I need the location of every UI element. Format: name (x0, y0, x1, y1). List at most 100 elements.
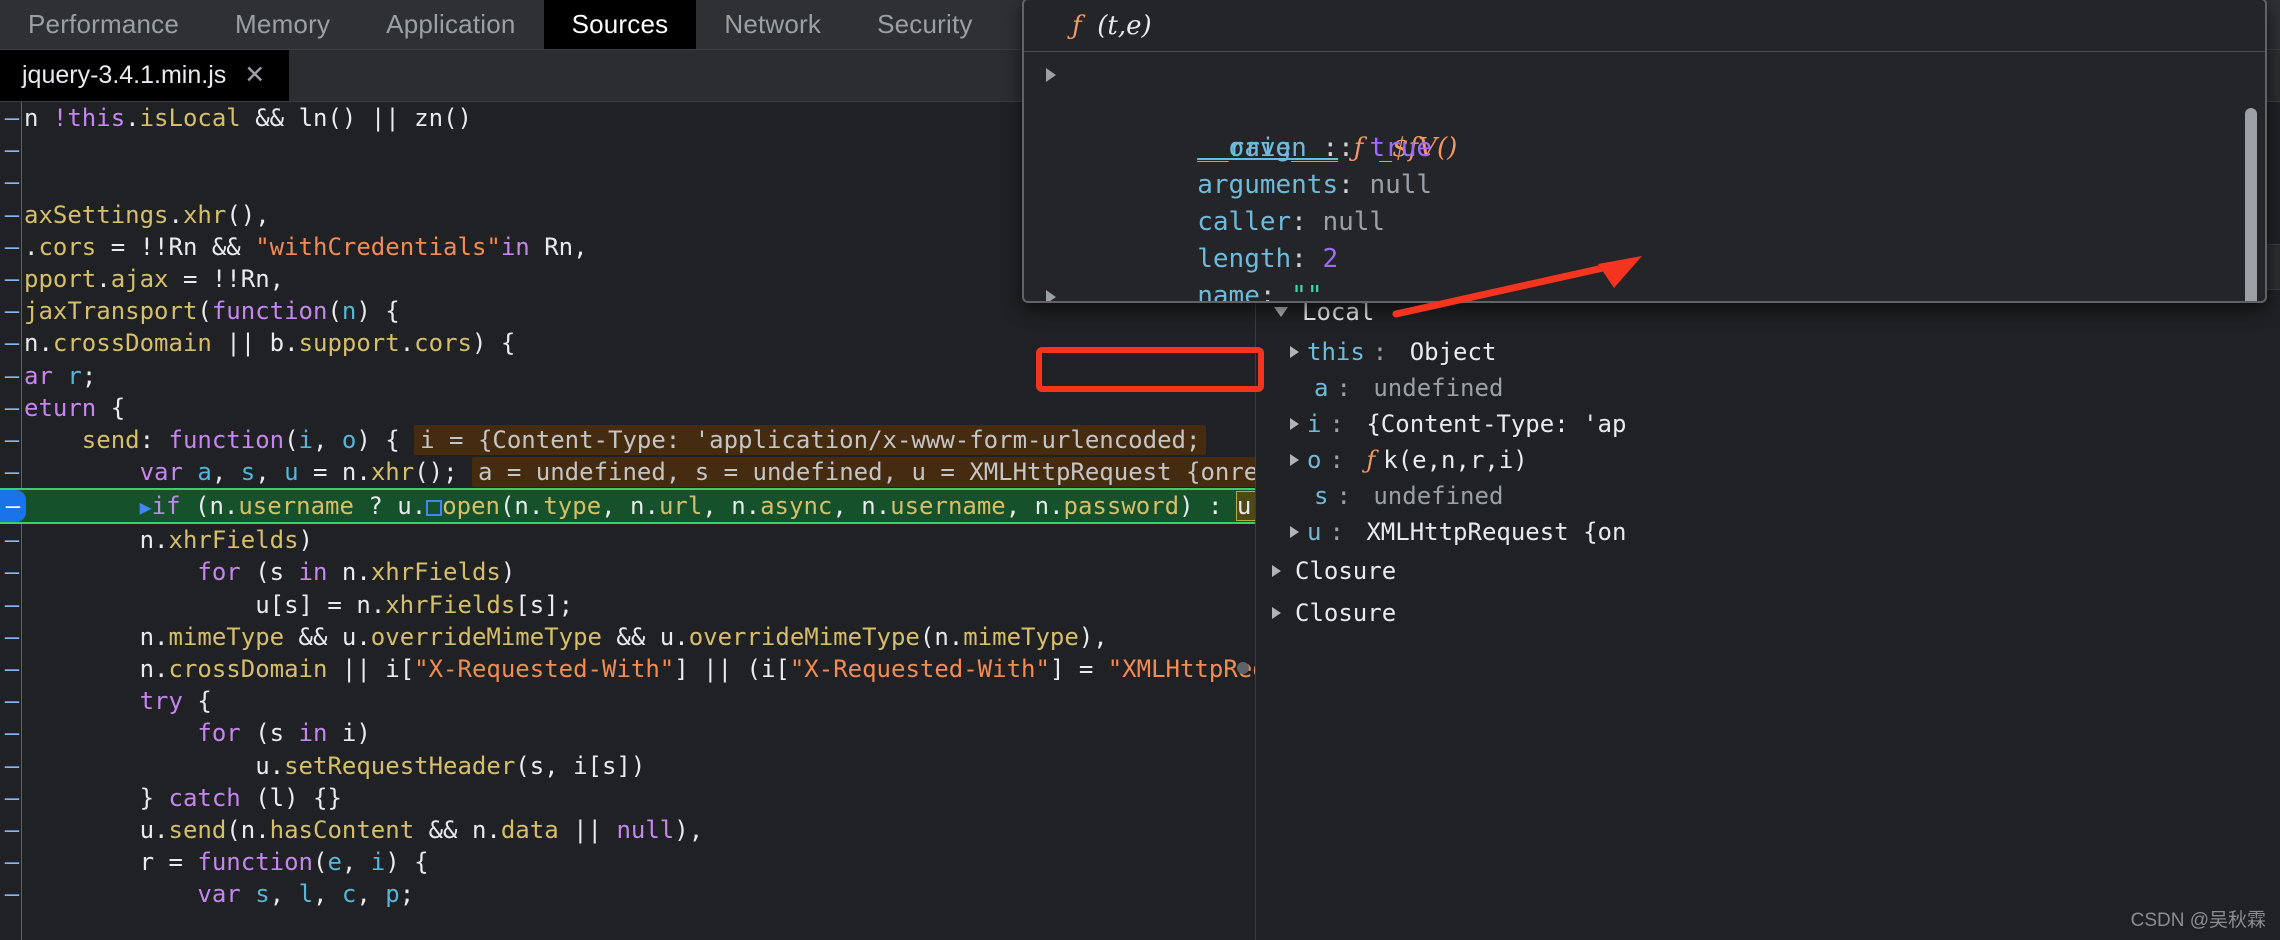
chevron-right-icon[interactable] (1290, 418, 1299, 430)
gutter-dash: – (4, 815, 20, 844)
execution-pointer-icon: – (0, 490, 26, 523)
scope-var-row[interactable]: o: ƒ k(e,n,r,i) (1256, 442, 2280, 478)
inline-eval-hint: a = undefined, s = undefined, u = XMLHtt… (471, 457, 1255, 488)
popover-title: ƒ (t,e) (1024, 0, 2265, 52)
code-line[interactable]: – n.crossDomain || b.support.cors) { (0, 327, 1255, 359)
inline-eval-hint: i = {Content-Type: 'application/x-www-fo… (414, 424, 1207, 455)
scope-var-value: k(e,n,r,i) (1383, 446, 1528, 474)
chevron-right-icon[interactable] (1046, 68, 1056, 82)
scope-var-row[interactable]: s: undefined (1256, 478, 2280, 514)
gutter-dash: – (4, 458, 20, 487)
popover-signature: (t,e) (1097, 11, 1152, 41)
code-line[interactable]: – try { (0, 685, 1255, 717)
scope-var-value: {Content-Type: 'ap (1366, 410, 1627, 438)
gutter-dash: – (4, 526, 20, 555)
scope-var-row[interactable]: u: XMLHttpRequest {on (1256, 514, 2280, 550)
gutter-dash: – (4, 751, 20, 780)
selected-expression[interactable]: u.open(n.type (1235, 491, 1255, 522)
gutter-dash: – (4, 848, 20, 877)
scope-var-value: Object (1409, 338, 1497, 366)
close-icon[interactable]: ✕ (240, 61, 269, 90)
popover-property-row[interactable]: arguments: null (1024, 130, 2265, 200)
gutter-dash: – (4, 880, 20, 909)
chevron-right-icon[interactable] (1272, 565, 1281, 577)
gutter-dash: – (4, 783, 20, 812)
chevron-right-icon[interactable] (1290, 346, 1299, 358)
tab-memory-label: Memory (235, 9, 331, 39)
code-line[interactable]: – for (s in i) (0, 717, 1255, 749)
function-glyph-icon: ƒ (1366, 446, 1376, 474)
scope-closure-label: Closure (1295, 557, 1397, 585)
scope-var-row[interactable]: a: undefined (1256, 370, 2280, 406)
step-into-marker-icon[interactable]: ▶ (140, 491, 152, 523)
scope-var-row[interactable]: this: Object (1256, 334, 2280, 370)
scope-var-value: undefined (1373, 482, 1504, 510)
gutter-dash: – (4, 558, 20, 587)
chevron-right-icon[interactable] (1290, 454, 1299, 466)
popover-body: __orig__: ƒ _$fV() __raven__: true argum… (1024, 52, 2265, 301)
code-line[interactable]: – r = function(e, i) { (0, 846, 1255, 878)
tab-application-label: Application (386, 9, 516, 39)
code-line[interactable]: – u[s] = n.xhrFields[s]; (0, 589, 1255, 621)
file-tab-jquery[interactable]: jquery-3.4.1.min.js ✕ (0, 50, 290, 101)
tab-performance-label: Performance (28, 9, 180, 39)
gutter-dash: – (4, 622, 20, 651)
gutter-dash: – (4, 393, 20, 422)
scope-var-name: s (1314, 482, 1329, 510)
gutter-dash: – (4, 104, 20, 132)
scope-closure-row[interactable]: Closure (1256, 592, 2280, 634)
scope-closure-row[interactable]: Closure (1256, 550, 2280, 592)
code-line[interactable]: – var s, l, c, p; (0, 878, 1255, 910)
code-line[interactable]: – } catch (l) {} (0, 782, 1255, 814)
code-line[interactable]: – eturn { (0, 392, 1255, 424)
scope-var-value: XMLHttpRequest {on (1366, 518, 1627, 546)
code-line[interactable]: – send: function(i, o) { i = {Content-Ty… (0, 424, 1255, 456)
scope-var-name: a (1314, 374, 1329, 402)
popover-property-row[interactable]: length: 2 (1024, 204, 2265, 274)
scope-var-row[interactable]: i: {Content-Type: 'ap (1256, 406, 2280, 442)
scope-var-name: o (1307, 446, 1322, 474)
tab-performance[interactable]: Performance (0, 0, 207, 49)
code-line[interactable]: – u.send(n.hasContent && n.data || null)… (0, 814, 1255, 846)
chevron-right-icon[interactable] (1290, 526, 1299, 538)
chevron-down-icon (1274, 307, 1288, 317)
popover-property-row[interactable]: __raven__: true (1024, 93, 2265, 163)
chevron-right-icon[interactable] (1272, 607, 1281, 619)
code-line[interactable]: – n.mimeType && u.overrideMimeType && u.… (0, 621, 1255, 653)
gutter-dash: – (4, 168, 20, 197)
scope-var-name: this (1307, 338, 1365, 366)
code-line-executing[interactable]: – ▶if (n.username ? u. open(n.type, n.url… (0, 488, 1255, 525)
popover-property-row[interactable]: prototype: {constructor: ƒ} (1024, 278, 2265, 301)
editor-scroll-indicator[interactable] (1237, 662, 1249, 674)
watermark-text: CSDN @吴秋霖 (2130, 910, 2266, 931)
gutter-dash: – (4, 687, 20, 716)
popover-property-row[interactable]: caller: null (1024, 167, 2265, 237)
gutter-dash: – (4, 329, 20, 358)
tab-sources[interactable]: Sources (543, 0, 697, 49)
popover-vertical-scrollbar[interactable] (2245, 108, 2257, 301)
popover-property-row[interactable]: name: "" (1024, 241, 2265, 301)
function-glyph-icon: ƒ (1072, 11, 1082, 41)
gutter-dash: – (4, 655, 20, 683)
scope-var-name: i (1307, 410, 1322, 438)
code-line[interactable]: – n.xhrFields) (0, 524, 1255, 556)
chevron-right-icon[interactable] (1046, 290, 1056, 301)
tab-memory[interactable]: Memory (207, 0, 358, 49)
code-line[interactable]: – for (s in n.xhrFields) (0, 556, 1255, 588)
gutter-dash: – (4, 361, 20, 390)
tab-application[interactable]: Application (358, 0, 543, 49)
tab-network-label: Network (724, 9, 822, 39)
popover-property-row[interactable]: __orig__: ƒ _$fV() (1024, 56, 2265, 163)
gutter-dash: – (4, 264, 20, 293)
gutter-dash: – (4, 136, 20, 165)
code-line[interactable]: – ar r; (0, 360, 1255, 392)
gutter-dash: – (4, 297, 20, 326)
code-line[interactable]: – n.crossDomain || i["X-Requested-With"]… (0, 653, 1255, 685)
scope-closure-label: Closure (1295, 599, 1397, 627)
code-line[interactable]: – var a, s, u = n.xhr(); a = undefined, … (0, 456, 1255, 488)
object-preview-popover[interactable]: ƒ (t,e) __orig__: ƒ _$fV() __raven__: tr… (1022, 0, 2267, 303)
tab-security[interactable]: Security (849, 0, 1001, 49)
tab-network[interactable]: Network (696, 0, 849, 49)
step-target-box-icon[interactable] (426, 500, 443, 517)
code-line[interactable]: – u.setRequestHeader(s, i[s]) (0, 750, 1255, 782)
